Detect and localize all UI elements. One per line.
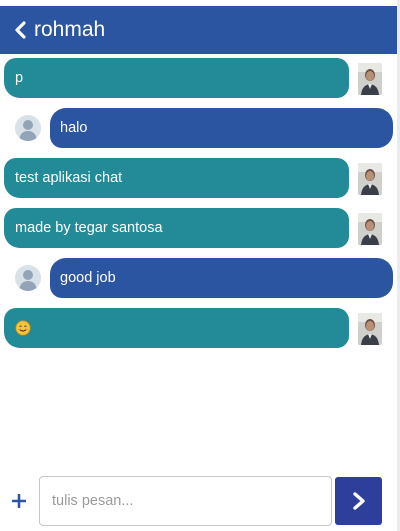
outgoing-message-bubble bbox=[4, 308, 349, 348]
message-text: good job bbox=[60, 270, 116, 286]
attach-button[interactable] bbox=[9, 485, 29, 517]
default-user-icon bbox=[19, 270, 37, 291]
message-input[interactable] bbox=[39, 476, 332, 526]
user-avatar bbox=[358, 213, 382, 245]
user-avatar bbox=[358, 163, 382, 195]
chevron-right-icon bbox=[352, 492, 365, 510]
message-composer bbox=[0, 472, 397, 531]
user-avatar bbox=[358, 63, 382, 95]
incoming-message-bubble: halo bbox=[50, 108, 393, 148]
outgoing-message-bubble: made by tegar santosa bbox=[4, 208, 349, 248]
message-row bbox=[0, 308, 397, 350]
chat-header: rohmah bbox=[0, 6, 397, 54]
smiling-face-emoji bbox=[15, 320, 31, 336]
contact-avatar bbox=[15, 115, 41, 141]
message-row: halo bbox=[0, 108, 397, 150]
message-row: p bbox=[0, 58, 397, 100]
send-button[interactable] bbox=[335, 477, 382, 525]
incoming-message-bubble: good job bbox=[50, 258, 393, 298]
message-row: good job bbox=[0, 258, 397, 300]
message-row: made by tegar santosa bbox=[0, 208, 397, 250]
default-user-icon bbox=[19, 120, 37, 141]
user-avatar bbox=[358, 313, 382, 345]
contact-avatar bbox=[15, 265, 41, 291]
message-text: test aplikasi chat bbox=[15, 170, 123, 186]
back-button[interactable] bbox=[6, 6, 34, 54]
chevron-left-icon bbox=[15, 21, 26, 39]
message-text: p bbox=[15, 70, 24, 86]
chat-app: rohmah p halo test aplikasi chat made by… bbox=[0, 0, 400, 531]
outgoing-message-bubble: p bbox=[4, 58, 349, 98]
message-row: test aplikasi chat bbox=[0, 158, 397, 200]
message-text: made by tegar santosa bbox=[15, 220, 163, 236]
message-list[interactable]: p halo test aplikasi chat made by tegar … bbox=[0, 58, 397, 468]
plus-icon bbox=[12, 494, 26, 508]
message-text: halo bbox=[60, 120, 88, 136]
chat-title: rohmah bbox=[34, 18, 106, 41]
outgoing-message-bubble: test aplikasi chat bbox=[4, 158, 349, 198]
